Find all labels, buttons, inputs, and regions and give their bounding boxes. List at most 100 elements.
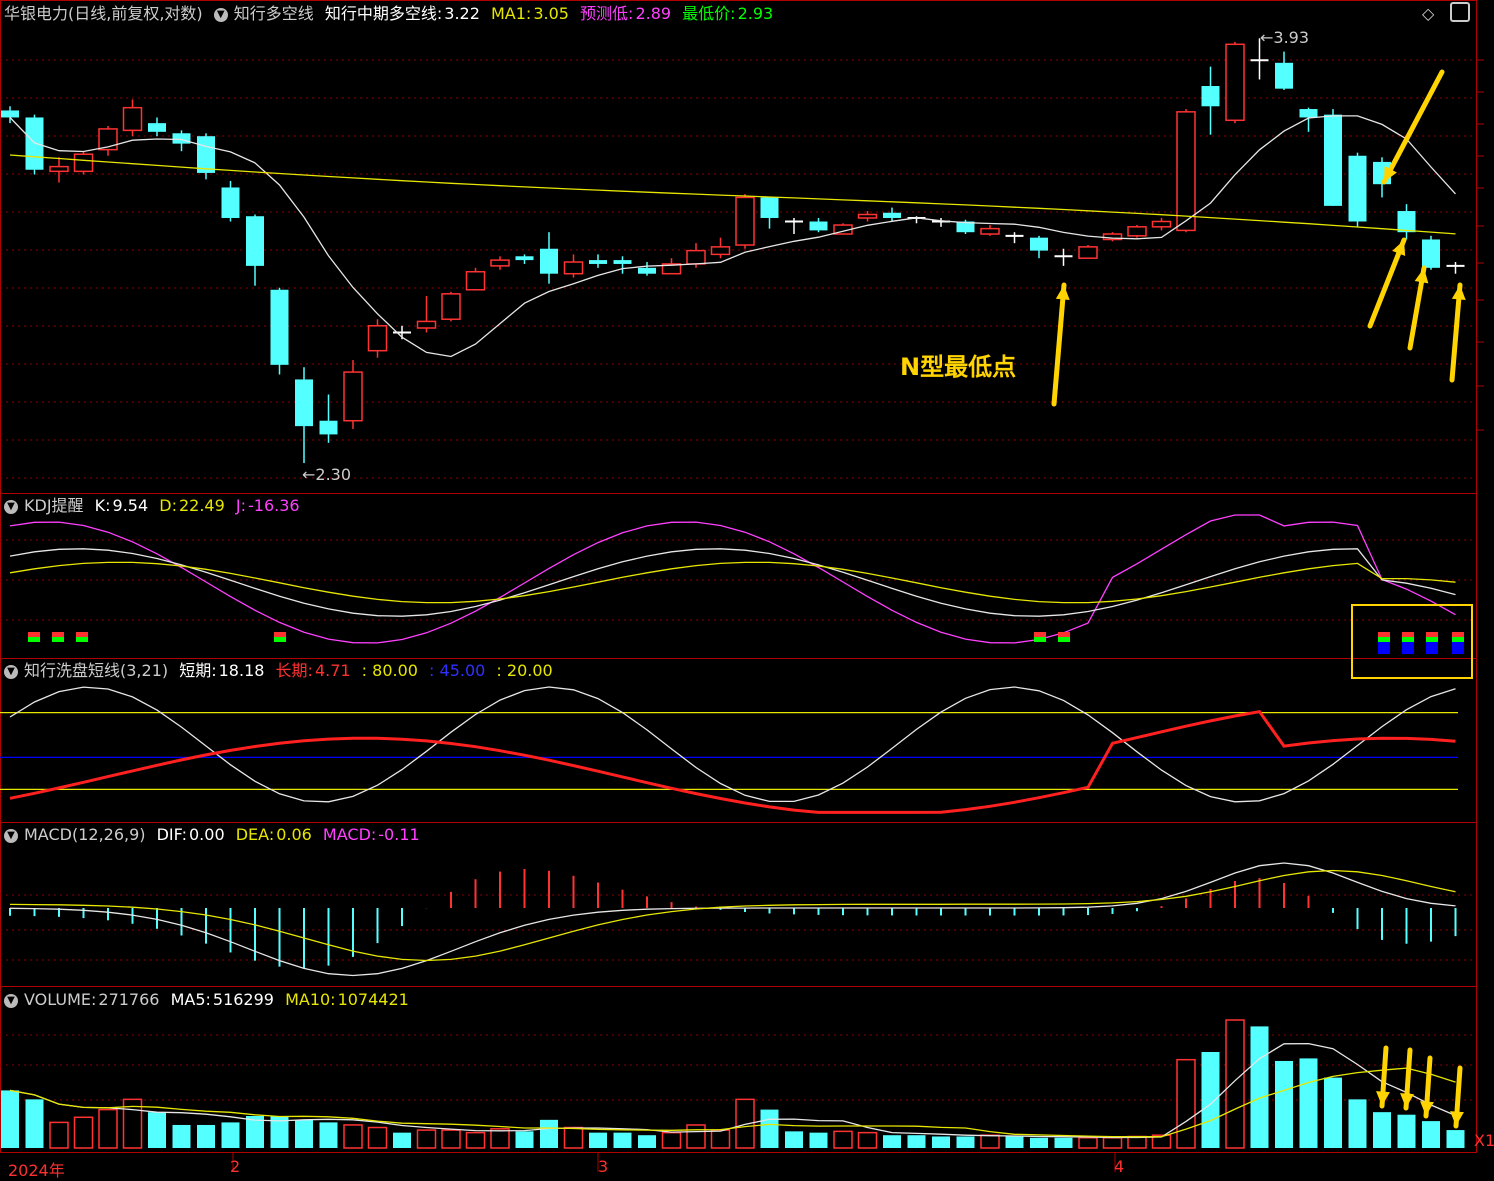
stock-title[interactable]: 华银电力(日线,前复权,对数) — [4, 4, 203, 23]
candle-body — [883, 212, 901, 218]
volume-bar — [1078, 1137, 1098, 1149]
panel-frame — [0, 822, 1477, 987]
kdj-signal-red — [1058, 632, 1070, 637]
volume-arrow-head — [1376, 1091, 1390, 1106]
volume-bar — [589, 1132, 607, 1148]
kdj-signal-green — [1452, 637, 1464, 642]
ma1-label: MA1: — [491, 4, 532, 23]
wash-toggle-icon[interactable]: ▼ — [4, 664, 18, 679]
volume-bar — [172, 1124, 191, 1148]
volume-bar — [833, 1130, 853, 1149]
d-value: 22.49 — [178, 496, 225, 515]
candle-body — [760, 197, 779, 218]
dea-label: DEA: — [235, 825, 275, 844]
candle-body — [49, 165, 69, 173]
candle-body — [1275, 62, 1293, 89]
kdj-signal-blue — [1402, 642, 1414, 654]
kdj-signal-red — [76, 632, 88, 637]
panel-frame — [0, 0, 1477, 494]
j-label: J: — [235, 496, 246, 515]
volume-bar — [686, 1124, 706, 1149]
candle-body — [172, 133, 191, 144]
maximize-icon[interactable] — [1450, 2, 1470, 22]
volume-header: ▼ VOLUME: 271766 MA5: 516299 MA10: 1074421 — [4, 990, 415, 1010]
candle-body — [1348, 155, 1367, 222]
wash-header: ▼ 知行洗盘短线(3,21) 短期: 18.18 长期: 4.71 : 80.00 :… — [4, 661, 559, 681]
macd-name[interactable]: MACD(12,26,9) — [24, 825, 146, 844]
candle-body — [25, 117, 44, 170]
x-label-mar: 3 — [598, 1157, 609, 1176]
volume-arrow-head — [1420, 1101, 1434, 1116]
macd-toggle-icon[interactable]: ▼ — [4, 828, 18, 843]
candle-body — [319, 420, 338, 435]
x-label-feb: 2 — [230, 1157, 241, 1176]
kdj-signal-red — [1034, 632, 1046, 637]
vol-axis-mark: X1 — [1474, 1131, 1494, 1150]
short-label: 短期: — [179, 661, 217, 680]
kdj-signal-red — [1426, 632, 1438, 637]
volume-bar — [760, 1109, 779, 1148]
candle-body — [441, 293, 461, 320]
n-low-annotation: N型最低点 — [900, 353, 1017, 381]
pred-low-label: 预测低: — [580, 4, 634, 23]
high-price-mark: ←3.93 — [1260, 28, 1310, 47]
restore-icon[interactable]: ◇ — [1422, 4, 1434, 23]
candle-body — [515, 256, 534, 261]
candle-body — [563, 261, 584, 275]
kdj-toggle-icon[interactable]: ▼ — [4, 499, 18, 514]
candle-body — [589, 260, 607, 264]
k-value: 9.54 — [112, 496, 149, 515]
volume-bar — [98, 1108, 118, 1149]
macd-dea-line — [9, 869, 1456, 962]
long-value: 4.71 — [314, 661, 351, 680]
x-label-year: 2024年 — [8, 1161, 65, 1180]
ma-short-line — [9, 115, 1456, 358]
candle-body — [490, 259, 510, 267]
volume-toggle-icon[interactable]: ▼ — [4, 993, 18, 1008]
kdj-signal-red — [1452, 632, 1464, 637]
volume-bar — [1348, 1099, 1367, 1148]
candle-body — [1030, 237, 1048, 251]
pred-low-value: 2.89 — [635, 4, 672, 23]
volume-bar — [907, 1135, 926, 1148]
volume-bar — [980, 1134, 1000, 1149]
vol-ma5-label: MA5: — [170, 990, 211, 1009]
wash-name[interactable]: 知行洗盘短线(3,21) — [24, 661, 168, 680]
candle-body — [735, 196, 755, 246]
arrow-n-low — [1051, 282, 1067, 407]
volume-bar — [465, 1131, 486, 1149]
candle-body — [540, 248, 558, 274]
candle-body — [1, 110, 19, 118]
volume-bar — [563, 1126, 584, 1149]
kdj-name[interactable]: KDJ提醒 — [24, 496, 84, 515]
volume-bar — [441, 1129, 461, 1149]
long-label: 长期: — [275, 661, 313, 680]
arrow-up-3-head — [1451, 285, 1466, 300]
volume-bar — [1373, 1112, 1391, 1148]
volume-bar — [295, 1119, 313, 1148]
volume-bar — [1324, 1077, 1342, 1148]
candle-body — [857, 213, 878, 219]
kdj-signal-green — [1058, 637, 1070, 642]
volume-bar — [1446, 1130, 1465, 1148]
short-value: 18.18 — [218, 661, 265, 680]
d-label: D: — [159, 496, 177, 515]
line1-label: 知行中期多空线: — [324, 4, 443, 23]
wash-short-line — [9, 686, 1456, 803]
volume-bar — [197, 1124, 215, 1148]
volume-bar — [1176, 1058, 1196, 1149]
kdj-signal-blue — [1426, 642, 1438, 654]
candle-body — [416, 320, 437, 329]
indicator-name[interactable]: 知行多空线 — [234, 4, 314, 23]
kdj-k-line — [9, 548, 1456, 617]
candle-body — [246, 216, 264, 266]
candle-body — [148, 123, 166, 132]
candle-body — [270, 289, 289, 365]
panel-frame — [0, 493, 1477, 659]
volume-name[interactable]: VOLUME: — [24, 990, 96, 1009]
candle-body — [1397, 211, 1416, 233]
indicator-toggle-icon[interactable]: ▼ — [213, 7, 228, 22]
volume-bar — [367, 1126, 388, 1149]
candle-body — [1151, 220, 1172, 228]
x-label-apr: 4 — [1114, 1157, 1125, 1176]
